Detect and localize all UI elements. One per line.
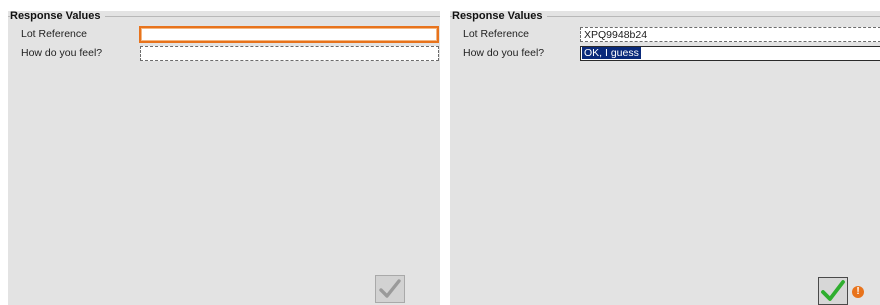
feeling-input[interactable]: OK, I guess bbox=[580, 46, 880, 61]
checkmark-icon bbox=[379, 279, 401, 298]
lot-reference-label: Lot Reference bbox=[21, 28, 87, 40]
lot-reference-input[interactable] bbox=[139, 26, 439, 43]
response-values-panel-empty: Response Values Lot Reference How do you… bbox=[8, 11, 440, 305]
submit-button[interactable] bbox=[375, 275, 405, 303]
submit-button[interactable] bbox=[818, 277, 848, 305]
selected-text: OK, I guess bbox=[582, 47, 641, 59]
feeling-label: How do you feel? bbox=[463, 47, 545, 59]
response-values-panel-filled: Response Values Lot Reference XPQ9948b24… bbox=[450, 11, 880, 305]
checkmark-icon bbox=[821, 280, 845, 301]
group-title: Response Values bbox=[10, 11, 105, 22]
lot-reference-label: Lot Reference bbox=[463, 28, 529, 40]
exclamation-icon: ! bbox=[852, 286, 864, 298]
lot-reference-input[interactable]: XPQ9948b24 bbox=[580, 27, 880, 42]
feeling-input[interactable] bbox=[140, 46, 439, 61]
feeling-label: How do you feel? bbox=[21, 47, 103, 59]
group-title: Response Values bbox=[452, 11, 547, 22]
